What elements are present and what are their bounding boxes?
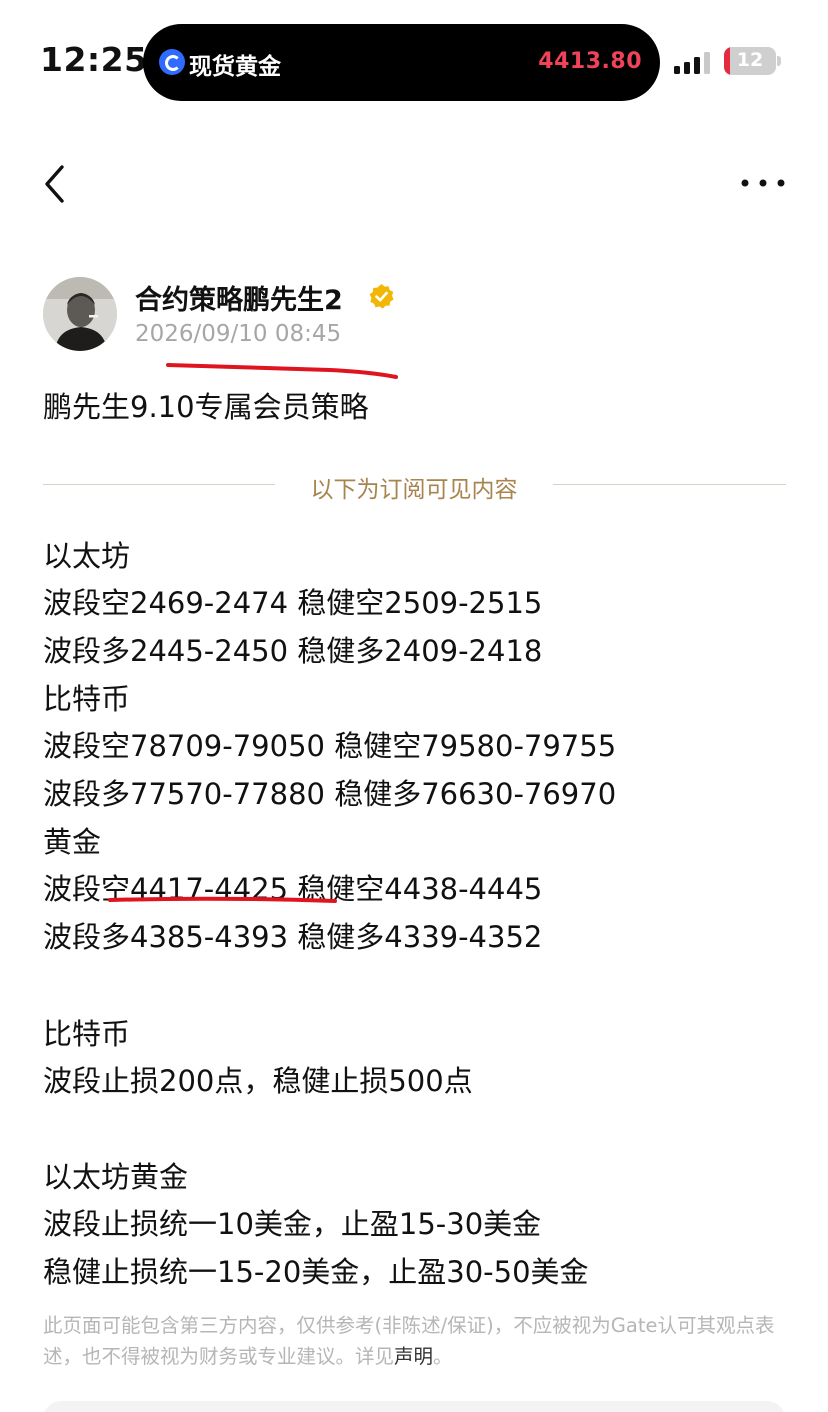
content-line: 稳健止损统一15-20美金，止盈30-50美金 xyxy=(43,1255,589,1289)
more-dots-icon[interactable] xyxy=(740,176,786,190)
red-underline-timestamp xyxy=(166,363,398,379)
subscriber-divider-label: 以下为订阅可见内容 xyxy=(310,477,518,503)
cellular-signal-icon xyxy=(674,52,714,74)
content-line: 以太坊黄金 xyxy=(43,1160,189,1194)
disclaimer-link[interactable]: 声明 xyxy=(394,1345,433,1368)
chevron-left-icon[interactable] xyxy=(38,162,74,206)
divider-right xyxy=(553,484,786,485)
status-time: 12:25 xyxy=(40,40,148,79)
content-line: 波段止损200点，稳健止损500点 xyxy=(43,1064,473,1098)
content-line: 波段空4417-4425 稳健空4438-4445 xyxy=(43,872,543,906)
content-line: 比特币 xyxy=(43,682,131,716)
ticker-name: 现货黄金 xyxy=(189,54,281,80)
battery-level: 12 xyxy=(736,49,764,71)
content-line: 波段止损统一10美金，止盈15-30美金 xyxy=(43,1207,542,1241)
battery-cap xyxy=(777,56,781,66)
content-line: 黄金 xyxy=(43,825,102,859)
ticker-price: 4413.80 xyxy=(538,49,642,74)
author-name[interactable]: 合约策略鹏先生2 xyxy=(135,278,343,317)
disclaimer: 此页面可能包含第三方内容，仅供参考(非陈述/保证)，不应被视为Gate认可其观点… xyxy=(43,1310,788,1372)
dynamic-island-ticker[interactable]: 现货黄金 4413.80 xyxy=(143,24,660,101)
avatar[interactable] xyxy=(43,277,117,351)
gate-logo-icon xyxy=(159,49,185,75)
content-line: 波段多2445-2450 稳健多2409-2418 xyxy=(43,634,543,668)
post-timestamp: 2026/09/10 08:45 xyxy=(135,321,342,347)
content-line: 波段空2469-2474 稳健空2509-2515 xyxy=(43,586,543,620)
bottom-card xyxy=(43,1401,785,1412)
battery-icon: 12 xyxy=(724,47,776,75)
disclaimer-suffix: 。 xyxy=(433,1345,453,1368)
post-title: 鹏先生9.10专属会员策略 xyxy=(43,390,369,424)
content-line: 比特币 xyxy=(43,1017,131,1051)
divider-left xyxy=(43,484,275,485)
content-line: 波段多77570-77880 稳健多76630-76970 xyxy=(43,777,617,811)
content-line: 波段多4385-4393 稳健多4339-4352 xyxy=(43,920,543,954)
verified-badge-icon xyxy=(369,284,394,309)
post-detail-page: 12:25 现货黄金 4413.80 12 合约策略鹏先生2 2026/09/1… xyxy=(0,0,828,1412)
content-line: 波段空78709-79050 稳健空79580-79755 xyxy=(43,729,617,763)
content-line: 以太坊 xyxy=(43,539,131,573)
